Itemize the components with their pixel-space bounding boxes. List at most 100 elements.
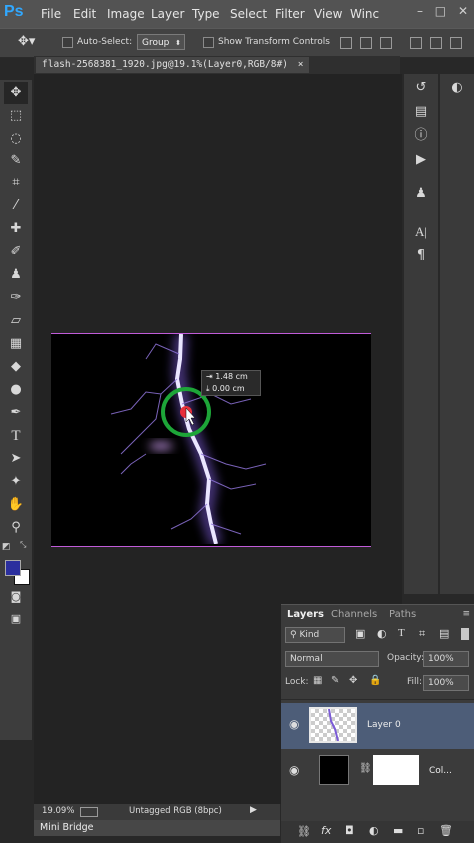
adjustments-panel-icon[interactable]: ◐ [446,78,468,98]
add-mask-icon[interactable]: ◘ [345,824,354,837]
foreground-color-swatch[interactable] [5,560,21,576]
layer-mask-thumbnail[interactable] [373,755,419,785]
lock-transparent-icon[interactable]: ▦ [313,675,322,686]
smart-object-filter-icon[interactable]: ▤ [439,627,449,640]
zoom-tool-icon[interactable]: ⚲ [4,517,28,539]
menu-edit[interactable]: Edit [73,7,96,21]
type-filter-icon[interactable]: T [398,627,405,639]
layer-name[interactable]: Layer 0 [367,720,401,730]
align-left-icon[interactable] [410,37,422,49]
tab-paths[interactable]: Paths [389,609,416,620]
new-layer-icon[interactable]: ▫ [417,824,424,837]
info-panel-icon[interactable]: ⓘ [410,126,432,146]
layer-name[interactable]: Col... [429,766,452,776]
crop-tool-icon[interactable]: ⌗ [4,172,28,194]
filter-toggle[interactable] [461,628,469,640]
new-adjustment-layer-icon[interactable]: ◐ [369,824,379,837]
panel-dock-icons: ↺ ▤ ⓘ ▶ ♟ A| ¶ [404,74,438,594]
menu-layer[interactable]: Layer [151,7,184,21]
lock-label: Lock: [285,677,309,687]
transform-controls-checkbox[interactable] [203,37,214,48]
status-menu-arrow-icon[interactable]: ▶ [250,805,257,815]
swap-colors-icon[interactable]: ⤡ [20,540,26,550]
quick-selection-tool-icon[interactable]: ✎ [4,150,28,172]
history-panel-icon[interactable]: ↺ [410,78,432,98]
status-bar: 19.09% Untagged RGB (8bpc) ▶ [34,804,280,820]
layer-thumbnail [309,707,357,743]
tab-layers[interactable]: Layers [287,609,324,620]
brush-tool-icon[interactable]: ✐ [4,241,28,263]
maximize-button[interactable]: □ [435,4,446,18]
healing-brush-tool-icon[interactable]: ✚ [4,218,28,240]
menu-view[interactable]: View [314,7,342,21]
dodge-tool-icon[interactable]: ● [4,379,28,401]
adjustment-filter-icon[interactable]: ◐ [377,627,387,640]
pen-tool-icon[interactable]: ✒ [4,402,28,424]
eraser-tool-icon[interactable]: ▱ [4,310,28,332]
pixel-filter-icon[interactable]: ▣ [355,627,365,640]
tab-channels[interactable]: Channels [331,609,377,620]
marquee-tool-icon[interactable]: ⬚ [4,105,28,127]
menu-type[interactable]: Type [192,7,220,21]
align-vertical-center-icon[interactable] [360,37,372,49]
align-bottom-icon[interactable] [380,37,392,49]
layer-row[interactable]: ◉ Layer 0 [281,703,474,749]
link-layers-icon[interactable]: ⛓ [297,825,311,838]
auto-select-dropdown[interactable]: Group ⬍ [137,34,185,50]
type-tool-icon[interactable]: T [4,425,28,447]
lasso-tool-icon[interactable]: ◌ [4,128,28,150]
visibility-eye-icon[interactable]: ◉ [289,763,299,777]
filter-kind-dropdown[interactable]: ⚲ Kind [285,627,345,643]
path-selection-tool-icon[interactable]: ➤ [4,448,28,470]
blend-mode-dropdown[interactable]: Normal [285,651,379,667]
shape-filter-icon[interactable]: ⌗ [419,627,425,641]
mini-bridge-tab[interactable]: Mini Bridge [34,820,280,836]
default-colors-icon[interactable]: ◩ [2,542,11,552]
play-actions-icon[interactable]: ▶ [410,150,432,170]
visibility-eye-icon[interactable]: ◉ [289,717,299,731]
window-controls: – □ ✕ [409,4,468,18]
actions-panel-icon[interactable]: ▤ [410,102,432,122]
menu-filter[interactable]: Filter [275,7,305,21]
gradient-tool-icon[interactable]: ▦ [4,333,28,355]
fill-field[interactable]: 100% [423,675,469,691]
chevron-updown-icon: ⬍ [175,39,181,47]
move-tool-preset-icon[interactable]: ✥▾ [18,34,35,49]
document-tab[interactable]: flash-2568381_1920.jpg@19.1%(Layer0,RGB/… [36,57,310,73]
paragraph-panel-icon[interactable]: ¶ [410,246,432,266]
menu-file[interactable]: File [41,7,61,21]
delete-layer-icon[interactable]: 🗑 [439,824,453,837]
close-window-button[interactable]: ✕ [458,4,468,18]
history-brush-tool-icon[interactable]: ✑ [4,287,28,309]
minimize-button[interactable]: – [417,4,423,18]
menu-image[interactable]: Image [107,7,145,21]
lock-image-icon[interactable]: ✎ [331,675,339,686]
clone-stamp-tool-icon[interactable]: ♟ [4,264,28,286]
new-group-icon[interactable]: ▬ [393,824,403,837]
move-tool-icon[interactable]: ✥ [4,82,28,104]
panel-menu-icon[interactable]: ≡ [462,609,470,619]
eyedropper-tool-icon[interactable]: ⁄ [4,195,28,217]
clone-source-panel-icon[interactable]: ♟ [410,184,432,204]
align-right-icon[interactable] [450,37,462,49]
close-tab-icon[interactable]: × [298,59,304,70]
lock-position-icon[interactable]: ✥ [349,675,357,686]
shape-tool-icon[interactable]: ✦ [4,471,28,493]
menu-select[interactable]: Select [230,7,267,21]
menu-window[interactable]: Winc [350,7,379,21]
align-horizontal-center-icon[interactable] [430,37,442,49]
hand-tool-icon[interactable]: ✋ [4,494,28,516]
quick-mask-icon[interactable]: ◙ [4,586,28,608]
align-top-icon[interactable] [340,37,352,49]
blur-tool-icon[interactable]: ◆ [4,356,28,378]
document-image[interactable] [51,333,371,547]
screen-mode-icon[interactable]: ▣ [4,608,28,630]
lock-all-icon[interactable]: 🔒 [369,675,381,686]
auto-select-checkbox[interactable] [62,37,73,48]
layer-row[interactable]: ◉ ⛓ Col... [281,749,474,795]
layer-style-icon[interactable]: fx [321,824,331,837]
options-bar: ✥▾ Auto-Select: Group ⬍ Show Transform C… [0,28,474,58]
zoom-level[interactable]: 19.09% [42,806,74,816]
character-panel-icon[interactable]: A| [410,222,432,242]
opacity-field[interactable]: 100% [423,651,469,667]
